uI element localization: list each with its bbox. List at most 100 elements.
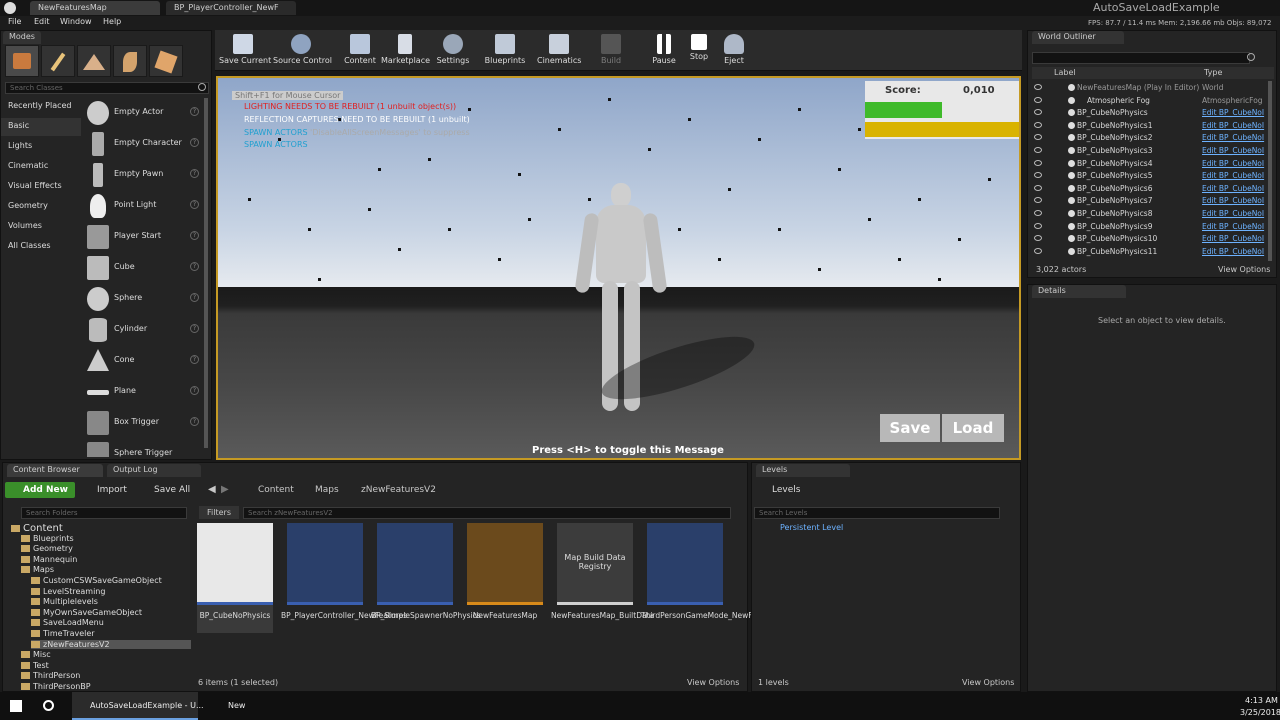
outliner-row[interactable]: BP_CubeNoPhysics2 Edit BP_CubeNoI — [1032, 132, 1270, 144]
folder-tree-item[interactable]: Content — [11, 523, 63, 534]
category-lights[interactable]: Lights — [1, 138, 81, 156]
outliner-row[interactable]: BP_CubeNoPhysics Edit BP_CubeNoI — [1032, 107, 1270, 119]
place-mode-button[interactable] — [5, 45, 39, 77]
outliner-row[interactable]: BP_CubeNoPhysics1 Edit BP_CubeNoI — [1032, 120, 1270, 132]
path-content[interactable]: Content — [258, 485, 294, 495]
category-recently-placed[interactable]: Recently Placed — [1, 98, 81, 116]
folder-tree-item[interactable]: zNewFeaturesV2 — [31, 639, 191, 649]
save-button[interactable]: Save — [880, 414, 940, 442]
levels-menu[interactable]: Levels — [772, 485, 800, 495]
help-icon[interactable]: ? — [190, 169, 199, 178]
help-icon[interactable]: ? — [190, 417, 199, 426]
place-item-cone[interactable]: Cone? — [85, 346, 203, 376]
cinematics-button[interactable]: Cinematics — [537, 32, 581, 70]
asset-tile[interactable]: BP_CubeNoPhysics — [197, 523, 273, 633]
visibility-eye-icon[interactable] — [1034, 134, 1042, 141]
outliner-row[interactable]: BP_CubeNoPhysics3 Edit BP_CubeNoI — [1032, 145, 1270, 157]
search-assets-input[interactable]: Search zNewFeaturesV2 — [243, 507, 731, 519]
modes-scrollbar[interactable] — [204, 98, 208, 448]
category-geometry[interactable]: Geometry — [1, 198, 81, 216]
menu-help[interactable]: Help — [103, 17, 121, 26]
folder-tree-item[interactable]: MyOwnSaveGameObject — [31, 608, 142, 617]
outliner-search-input[interactable] — [1032, 52, 1250, 64]
landscape-mode-button[interactable] — [77, 45, 111, 77]
blueprints-button[interactable]: Blueprints — [484, 32, 526, 70]
outliner-row[interactable]: BP_CubeNoPhysics6 Edit BP_CubeNoI — [1032, 183, 1270, 195]
place-item-cube[interactable]: Cube? — [85, 253, 203, 283]
help-icon[interactable]: ? — [190, 107, 199, 116]
outliner-row[interactable]: BP_CubeNoPhysics10 Edit BP_CubeNoI — [1032, 233, 1270, 245]
outliner-row[interactable]: BP_CubeNoPhysics5 Edit BP_CubeNoI — [1032, 170, 1270, 182]
folder-tree-item[interactable]: Misc — [21, 650, 51, 659]
folder-tree-item[interactable]: ThirdPersonBP — [21, 682, 91, 691]
asset-tile[interactable]: BP_SimpleSpawnerNoPhysics — [371, 523, 481, 633]
content-browser-tab[interactable]: Content Browser — [7, 464, 103, 477]
place-item-player-start[interactable]: Player Start? — [85, 222, 203, 252]
category-cinematic[interactable]: Cinematic — [1, 158, 81, 176]
help-icon[interactable]: ? — [190, 138, 199, 147]
search-circle-icon[interactable] — [43, 700, 54, 711]
visibility-eye-icon[interactable] — [1034, 109, 1042, 116]
help-icon[interactable]: ? — [190, 324, 199, 333]
folder-tree-item[interactable]: Blueprints — [21, 534, 74, 543]
asset-tile[interactable]: Map Build Data Registry NewFeaturesMap_Bu… — [551, 523, 654, 633]
visibility-eye-icon[interactable] — [1034, 147, 1042, 153]
world-outliner-tab[interactable]: World Outliner — [1032, 31, 1124, 44]
folder-tree-item[interactable]: Multiplelevels — [31, 597, 98, 606]
foliage-mode-button[interactable] — [113, 45, 147, 77]
load-button[interactable]: Load — [942, 414, 1004, 442]
path-znewfeatures[interactable]: zNewFeaturesV2 — [361, 485, 436, 495]
folder-tree-item[interactable]: Geometry — [21, 544, 73, 553]
pause-button[interactable]: Pause — [649, 32, 679, 70]
taskbar-unreal-app[interactable]: AutoSaveLoadExample - U... — [72, 692, 204, 720]
levels-tab[interactable]: Levels — [756, 464, 850, 477]
modes-tab[interactable]: Modes — [3, 31, 41, 44]
visibility-eye-icon[interactable] — [1034, 84, 1042, 90]
visibility-eye-icon[interactable] — [1034, 235, 1042, 242]
category-all-classes[interactable]: All Classes — [1, 238, 81, 256]
help-icon[interactable]: ? — [190, 200, 199, 209]
category-volumes[interactable]: Volumes — [1, 218, 81, 236]
place-item-empty-actor[interactable]: Empty Actor? — [85, 98, 203, 128]
visibility-eye-icon[interactable] — [1034, 210, 1042, 216]
place-item-sphere-trigger[interactable]: Sphere Trigger — [85, 439, 203, 457]
menu-window[interactable]: Window — [60, 17, 92, 26]
place-item-point-light[interactable]: Point Light? — [85, 191, 203, 221]
place-item-sphere[interactable]: Sphere? — [85, 284, 203, 314]
help-icon[interactable]: ? — [190, 262, 199, 271]
visibility-eye-icon[interactable] — [1034, 96, 1042, 103]
search-classes-input[interactable]: Search Classes — [5, 82, 209, 94]
place-item-empty-pawn[interactable]: Empty Pawn? — [85, 160, 203, 190]
help-icon[interactable]: ? — [190, 293, 199, 302]
tab-player-controller[interactable]: BP_PlayerController_NewF — [166, 1, 296, 15]
geometry-mode-button[interactable] — [149, 45, 183, 77]
folder-tree-item[interactable]: LevelStreaming — [31, 587, 105, 596]
place-item-cylinder[interactable]: Cylinder? — [85, 315, 203, 345]
visibility-eye-icon[interactable] — [1034, 222, 1042, 229]
asset-tile[interactable]: ThirdPersonGameMode_NewFeatures — [641, 523, 780, 633]
visibility-eye-icon[interactable] — [1034, 247, 1042, 254]
outliner-row[interactable]: BP_CubeNoPhysics9 Edit BP_CubeNoI — [1032, 221, 1270, 233]
outliner-row[interactable]: BP_CubeNoPhysics8 Edit BP_CubeNoI — [1032, 208, 1270, 220]
search-levels-input[interactable]: Search Levels — [754, 507, 1000, 519]
path-maps[interactable]: Maps — [315, 485, 339, 495]
asset-tile[interactable]: BP_PlayerController_NewFeatures — [281, 523, 407, 633]
filters-button[interactable]: Filters — [199, 506, 239, 519]
settings-button[interactable]: Settings — [436, 32, 470, 70]
asset-tile[interactable]: NewFeaturesMap — [467, 523, 543, 633]
place-item-box-trigger[interactable]: Box Trigger? — [85, 408, 203, 438]
levels-view-options[interactable]: View Options — [962, 678, 1014, 687]
taskbar-folder-new[interactable]: New — [204, 692, 249, 720]
folder-tree-item[interactable]: Maps — [21, 565, 54, 574]
category-visual-effects[interactable]: Visual Effects — [1, 178, 81, 196]
tab-new-features-map[interactable]: NewFeaturesMap — [30, 1, 160, 15]
col-type-header[interactable]: Type — [1204, 68, 1222, 77]
help-icon[interactable]: ? — [190, 386, 199, 395]
col-label-header[interactable]: Label — [1054, 68, 1076, 77]
forward-arrow-icon[interactable]: ▶ — [221, 484, 229, 495]
visibility-eye-icon[interactable] — [1034, 184, 1042, 191]
source-control-button[interactable]: Source Control — [273, 32, 332, 70]
visibility-eye-icon[interactable] — [1034, 121, 1042, 128]
search-folders-input[interactable]: Search Folders — [21, 507, 187, 519]
add-new-button[interactable]: Add New — [5, 482, 75, 498]
